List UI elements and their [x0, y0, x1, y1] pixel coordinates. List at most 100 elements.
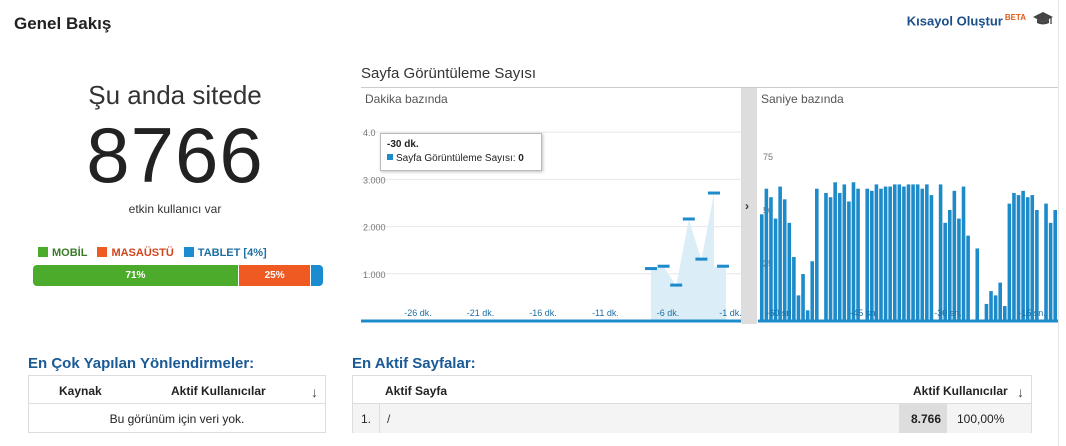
- col-active-users[interactable]: Aktif Kullanıcılar: [913, 384, 1008, 398]
- col-source[interactable]: Kaynak: [59, 384, 102, 398]
- second-bar: [984, 303, 989, 321]
- second-y-tick: 75: [763, 152, 773, 162]
- second-bar: [1035, 210, 1039, 321]
- tablet-segment: [311, 265, 323, 286]
- pages-table: Aktif Sayfa Aktif Kullanıcılar ↓ 1. / 8.…: [352, 375, 1032, 433]
- col-active-users[interactable]: Aktif Kullanıcılar: [171, 384, 266, 398]
- second-x-tick: -45 sn.: [850, 308, 878, 318]
- second-bar: [769, 197, 773, 321]
- second-bar: [943, 222, 947, 321]
- second-bar: [989, 291, 993, 321]
- second-bar: [764, 188, 769, 321]
- referrals-table: Kaynak Aktif Kullanıcılar ↓ Bu görünüm i…: [28, 375, 326, 433]
- minute-x-tick: -16 dk.: [529, 308, 557, 318]
- minute-point: [670, 283, 683, 287]
- chart-title: Sayfa Görüntüleme Sayısı: [361, 65, 537, 82]
- create-shortcut-link[interactable]: Kısayol Oluştur BETA: [907, 13, 1026, 28]
- row-percent: 100,00%: [957, 412, 1005, 426]
- table-row[interactable]: 1. / 8.766 100,00%: [353, 404, 1031, 433]
- page-title: Genel Bakış: [14, 14, 112, 33]
- second-bar: [993, 295, 998, 321]
- desktop-segment: 25%: [238, 265, 312, 286]
- second-x-tick: -15 sn.: [1018, 308, 1046, 318]
- legend-mobile: MOBİL: [38, 247, 87, 259]
- shortcut-label: Kısayol Oluştur: [906, 13, 1003, 29]
- second-bar: [865, 188, 870, 321]
- device-share-bar: 71% 25%: [33, 265, 323, 286]
- minute-x-tick: -6 dk.: [657, 308, 680, 318]
- second-bar: [787, 222, 792, 321]
- row-page-path[interactable]: /: [387, 412, 390, 426]
- second-bar: [842, 184, 847, 321]
- minute-point: [708, 191, 720, 195]
- second-bar: [856, 188, 860, 321]
- tooltip-title: -30 dk.: [387, 139, 419, 150]
- second-bar: [879, 188, 883, 321]
- pageviews-chart-svg: Dakika bazında 4.0 3.000 2.000 1.000 -26 dk. -…: [361, 88, 1058, 324]
- second-bar: [915, 184, 920, 321]
- referrals-title: En Çok Yapılan Yönlendirmeler:: [28, 355, 255, 372]
- second-bar: [810, 261, 815, 321]
- second-bar: [1002, 306, 1007, 321]
- second-bar: [1048, 222, 1053, 321]
- second-bar: [883, 186, 888, 321]
- referrals-header: Kaynak Aktif Kullanıcılar ↓: [29, 376, 325, 404]
- tooltip-row: Sayfa Görüntüleme Sayısı: 0: [387, 153, 535, 164]
- second-bar: [833, 182, 837, 321]
- beta-badge: BETA: [1004, 13, 1026, 22]
- second-bar: [998, 282, 1002, 321]
- expand-arrow-icon: ›: [745, 199, 749, 213]
- second-bar: [801, 274, 805, 321]
- second-bar: [851, 182, 856, 321]
- second-bar: [1021, 190, 1025, 321]
- active-users-count: 8766: [86, 111, 264, 199]
- second-bar: [828, 197, 833, 321]
- minute-panel-title: Dakika bazında: [365, 92, 448, 106]
- sort-arrow-icon[interactable]: ↓: [311, 384, 318, 400]
- second-bar: [957, 218, 961, 321]
- tooltip-value: 0: [518, 153, 524, 164]
- second-bar: [1016, 195, 1021, 321]
- second-bar: [892, 184, 897, 321]
- col-active-page[interactable]: Aktif Sayfa: [385, 384, 447, 398]
- second-bar: [773, 218, 778, 321]
- minute-y-tick: 4.0: [363, 128, 376, 138]
- legend-mobile-label: MOBİL: [52, 247, 88, 259]
- minute-area: [651, 193, 726, 321]
- second-bar: [888, 186, 892, 321]
- second-bar: [782, 199, 787, 321]
- minute-point: [645, 267, 657, 271]
- second-bar: [1044, 203, 1048, 321]
- second-bar: [837, 192, 842, 321]
- second-bar: [1012, 192, 1016, 321]
- tooltip-series: Sayfa Görüntüleme Sayısı: [396, 153, 513, 164]
- minute-y-tick: 1.000: [363, 270, 386, 280]
- second-bar: [925, 184, 929, 321]
- minute-x-tick: -21 dk.: [467, 308, 495, 318]
- second-bar: [778, 186, 782, 321]
- referrals-body: Bu görünüm için veri yok.: [29, 404, 325, 433]
- second-bar: [870, 190, 874, 321]
- second-bar: [929, 195, 934, 321]
- mobile-segment: 71%: [33, 265, 239, 286]
- minute-x-tick: -26 dk.: [404, 308, 432, 318]
- legend-tablet-label: TABLET [4%]: [197, 247, 267, 259]
- sort-arrow-icon[interactable]: ↓: [1017, 384, 1024, 400]
- second-bar: [920, 188, 925, 321]
- graduation-cap-icon[interactable]: [1032, 10, 1054, 28]
- second-bar: [796, 295, 801, 321]
- minute-point: [657, 264, 670, 268]
- pages-title: En Aktif Sayfalar:: [352, 355, 476, 372]
- second-bar: [906, 184, 911, 321]
- device-legend: MOBİL MASAÜSTÜ TABLET [4%]: [38, 247, 267, 259]
- row-number: 1.: [361, 412, 372, 426]
- second-bar: [815, 188, 819, 321]
- second-bar: [902, 186, 906, 321]
- legend-desktop-label: MASAÜSTÜ: [111, 247, 174, 259]
- second-bar: [760, 214, 764, 321]
- second-x-tick: -30 sn.: [934, 308, 962, 318]
- minute-x-tick: -11 dk.: [592, 308, 619, 318]
- legend-desktop: MASAÜSTÜ: [97, 247, 174, 259]
- second-bar: [947, 210, 952, 321]
- second-bar: [874, 184, 879, 321]
